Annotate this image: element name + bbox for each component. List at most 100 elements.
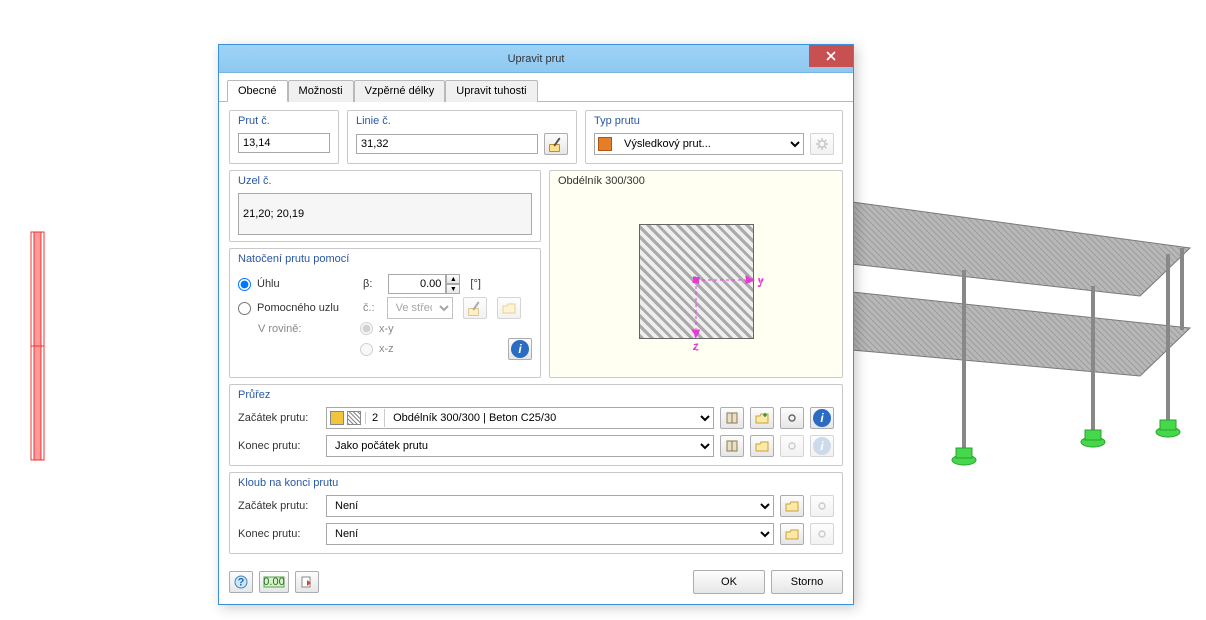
tab-stiffness[interactable]: Upravit tuhosti — [445, 80, 537, 102]
hinge-edit-button-2 — [810, 523, 834, 545]
tab-general-pane: Prut č. Linie č. Typ prutu Výsledkový pr… — [219, 102, 853, 562]
line-no-label: Linie č. — [356, 115, 391, 127]
cs-edit-button[interactable] — [780, 407, 804, 429]
gear-icon — [785, 411, 799, 425]
rotation-angle-label: Úhlu — [257, 278, 357, 290]
titlebar[interactable]: Upravit prut — [219, 45, 853, 73]
hinge-end-label: Konec prutu: — [238, 528, 320, 540]
color-swatch — [330, 411, 344, 425]
svg-text:y: y — [758, 275, 764, 287]
units-button[interactable]: 0.00 — [259, 571, 289, 593]
hinge-end-select[interactable]: Není — [326, 523, 774, 545]
start-cs-select[interactable]: Obdélník 300/300 | Beton C25/30 — [384, 409, 713, 427]
rotation-node-label: Pomocného uzlu — [257, 302, 357, 314]
plane-xy-label: x-y — [379, 323, 394, 335]
export-button[interactable] — [295, 571, 319, 593]
hinge-edit-button — [810, 495, 834, 517]
tab-strip: Obecné Možnosti Vzpěrné délky Upravit tu… — [219, 73, 853, 102]
folder-new-icon — [755, 439, 769, 453]
pick-icon — [548, 136, 564, 152]
selected-member — [31, 232, 44, 460]
folder-new-icon — [785, 499, 799, 513]
svg-text:?: ? — [238, 577, 245, 589]
close-button[interactable] — [809, 45, 853, 67]
spin-down-icon[interactable]: ▼ — [446, 284, 460, 294]
beta-input[interactable] — [388, 274, 446, 294]
export-icon — [300, 575, 314, 589]
help-button[interactable]: ? — [229, 571, 253, 593]
cs-library-button[interactable] — [720, 407, 744, 429]
node-field-label: č.: — [363, 302, 375, 314]
hinge-start-select[interactable]: Není — [326, 495, 774, 517]
beta-label: β: — [363, 278, 372, 290]
plane-xz-radio — [360, 343, 373, 356]
cs-info-button[interactable]: i — [810, 407, 834, 429]
hatch-swatch — [347, 411, 361, 425]
dialog-title: Upravit prut — [508, 53, 565, 65]
cs-new-button-2[interactable] — [750, 435, 774, 457]
member-no-input[interactable] — [238, 133, 330, 153]
axes-overlay: y z — [611, 196, 781, 366]
close-icon — [826, 51, 836, 61]
cs-info-button-2: i — [810, 435, 834, 457]
cross-section-preview: y z — [558, 193, 834, 369]
folder-new-icon — [755, 411, 769, 425]
folder-new-icon — [785, 527, 799, 541]
spin-up-icon[interactable]: ▲ — [446, 274, 460, 284]
cs-new-button[interactable] — [750, 407, 774, 429]
node-no-input — [238, 193, 532, 235]
info-icon: i — [511, 340, 529, 358]
plane-xy-radio — [360, 322, 373, 335]
book-icon — [725, 439, 739, 453]
member-type-settings-button — [810, 133, 834, 155]
help-icon: ? — [234, 575, 248, 589]
rotation-angle-radio[interactable] — [238, 278, 251, 291]
folder-icon — [502, 301, 516, 315]
preview-label: Obdélník 300/300 — [558, 175, 645, 187]
member-type-label: Typ prutu — [594, 115, 640, 127]
tab-general[interactable]: Obecné — [227, 80, 288, 102]
member-type-select[interactable]: Výsledkový prut... — [616, 135, 803, 153]
end-cs-label: Konec prutu: — [238, 440, 320, 452]
member-no-label: Prut č. — [238, 115, 270, 127]
node-no-label: Uzel č. — [238, 175, 272, 187]
plane-label: V rovině: — [258, 323, 354, 335]
svg-text:z: z — [693, 341, 699, 353]
start-cs-label: Začátek prutu: — [238, 412, 320, 424]
tab-buckling[interactable]: Vzpěrné délky — [354, 80, 446, 102]
cross-section-label: Průřez — [238, 389, 270, 401]
rotation-info-button[interactable]: i — [508, 338, 532, 360]
book-icon — [725, 411, 739, 425]
ok-button[interactable]: OK — [693, 570, 765, 594]
gear-icon — [785, 439, 799, 453]
gear-icon — [815, 527, 829, 541]
gear-icon — [815, 137, 829, 151]
pick-line-button[interactable] — [544, 133, 568, 155]
tab-options[interactable]: Možnosti — [288, 80, 354, 102]
cancel-button[interactable]: Storno — [771, 570, 843, 594]
pick-icon — [467, 300, 483, 316]
rotation-node-radio[interactable] — [238, 302, 251, 315]
hinge-start-label: Začátek prutu: — [238, 500, 320, 512]
hinge-new-button-2[interactable] — [780, 523, 804, 545]
line-no-input[interactable] — [356, 134, 538, 154]
help-node-select: Ve střed… — [387, 297, 453, 319]
cs-library-button-2[interactable] — [720, 435, 744, 457]
pick-node-button — [463, 297, 487, 319]
rotation-label: Natočení prutu pomocí — [238, 253, 349, 265]
units-icon: 0.00 — [263, 575, 285, 589]
plane-xz-label: x-z — [379, 343, 394, 355]
dialog-footer: ? 0.00 OK Storno — [219, 562, 853, 604]
end-cs-select[interactable]: Jako počátek prutu — [326, 435, 714, 457]
beta-spinner[interactable]: ▲▼ — [388, 274, 460, 294]
hinge-label: Kloub na konci prutu — [238, 477, 338, 489]
new-node-button — [497, 297, 521, 319]
edit-member-dialog: Upravit prut Obecné Možnosti Vzpěrné dél… — [218, 44, 854, 605]
gear-icon — [815, 499, 829, 513]
start-cs-num: 2 — [365, 412, 384, 424]
info-icon: i — [813, 437, 831, 455]
member-type-swatch — [598, 137, 612, 151]
cs-edit-button-2 — [780, 435, 804, 457]
hinge-new-button[interactable] — [780, 495, 804, 517]
info-icon: i — [813, 409, 831, 427]
